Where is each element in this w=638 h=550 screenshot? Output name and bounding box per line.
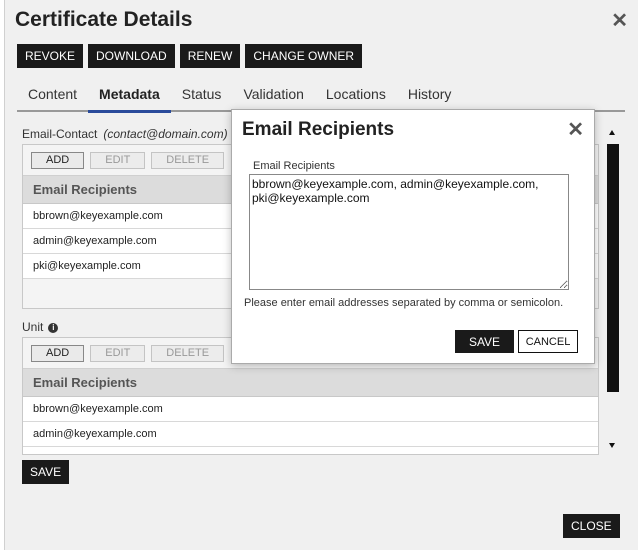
change-owner-button[interactable]: CHANGE OWNER (245, 44, 363, 68)
add-button[interactable]: ADD (31, 151, 85, 169)
delete-button[interactable]: DELETE (151, 344, 225, 362)
renew-button[interactable]: RENEW (179, 44, 241, 68)
tab-history[interactable]: History (397, 82, 463, 110)
add-button[interactable]: ADD (31, 344, 85, 362)
email-recipients-field-label: Email Recipients (253, 160, 335, 172)
table-row[interactable]: pki@keyexample.com (23, 447, 598, 454)
vertical-scrollbar[interactable] (607, 130, 620, 455)
close-icon[interactable]: ✕ (567, 117, 584, 142)
table-row[interactable]: admin@keyexample.com (23, 422, 598, 447)
tab-bar: Content Metadata Status Validation Locat… (17, 82, 625, 113)
edit-button[interactable]: EDIT (90, 344, 146, 362)
table-row[interactable]: bbrown@keyexample.com (23, 397, 598, 422)
email-recipients-textarea[interactable] (249, 174, 569, 290)
tab-metadata[interactable]: Metadata (88, 82, 171, 113)
email-recipients-modal: Email Recipients ✕ Email Recipients Plea… (231, 109, 595, 364)
tab-status[interactable]: Status (171, 82, 233, 110)
modal-title: Email Recipients (242, 119, 395, 140)
scroll-down-icon[interactable] (609, 443, 615, 448)
tab-locations[interactable]: Locations (315, 82, 397, 110)
action-toolbar: REVOKE DOWNLOAD RENEW CHANGE OWNER (17, 44, 363, 68)
unit-label: Unit i (22, 320, 59, 334)
delete-button[interactable]: DELETE (151, 151, 225, 169)
help-text: Please enter email addresses separated b… (244, 297, 564, 309)
tab-content[interactable]: Content (17, 82, 88, 110)
scrollbar-thumb[interactable] (607, 144, 619, 392)
edit-button[interactable]: EDIT (90, 151, 146, 169)
revoke-button[interactable]: REVOKE (17, 44, 84, 68)
modal-cancel-button[interactable]: CANCEL (518, 330, 578, 353)
email-contact-label: Email-Contact(contact@domain.com)i (22, 127, 243, 141)
tab-validation[interactable]: Validation (232, 82, 314, 110)
dialog-title: Certificate Details (15, 8, 193, 31)
scroll-up-icon[interactable] (609, 130, 615, 135)
info-icon[interactable]: i (48, 322, 59, 333)
close-icon[interactable]: ✕ (611, 8, 628, 33)
modal-save-button[interactable]: SAVE (455, 330, 514, 353)
unit-label-text: Unit (22, 320, 44, 334)
save-button[interactable]: SAVE (22, 460, 70, 484)
column-header[interactable]: Email Recipients (23, 369, 598, 397)
email-contact-label-text: Email-Contact (22, 127, 98, 141)
email-contact-hint: (contact@domain.com) (103, 127, 228, 141)
download-button[interactable]: DOWNLOAD (88, 44, 175, 68)
close-button[interactable]: CLOSE (563, 514, 620, 538)
